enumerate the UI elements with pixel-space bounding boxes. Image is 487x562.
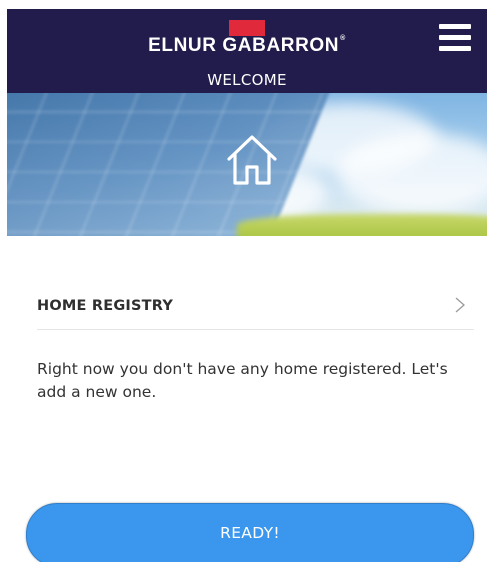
- section-title: HOME REGISTRY: [37, 298, 174, 314]
- hamburger-menu-icon[interactable]: [439, 24, 471, 52]
- ready-button[interactable]: READY!: [26, 503, 474, 562]
- chevron-right-icon: [455, 297, 465, 313]
- page-title: WELCOME: [207, 71, 287, 89]
- brand-name-text: ELNUR GABARRON: [148, 35, 340, 56]
- brand-logo-mark: [229, 20, 265, 36]
- registered-mark: ®: [340, 35, 346, 42]
- hero-banner: [7, 93, 487, 236]
- app-header: ELNUR GABARRON® WELCOME: [7, 9, 487, 93]
- app-screen: ELNUR GABARRON® WELCOME HOME REGISTRY Ri…: [0, 0, 487, 562]
- home-registry-row[interactable]: HOME REGISTRY: [37, 285, 474, 330]
- home-icon: [227, 135, 277, 185]
- empty-state-message: Right now you don't have any home regist…: [37, 360, 448, 401]
- ready-button-label: READY!: [220, 524, 280, 542]
- brand-logo: ELNUR GABARRON®: [7, 35, 487, 57]
